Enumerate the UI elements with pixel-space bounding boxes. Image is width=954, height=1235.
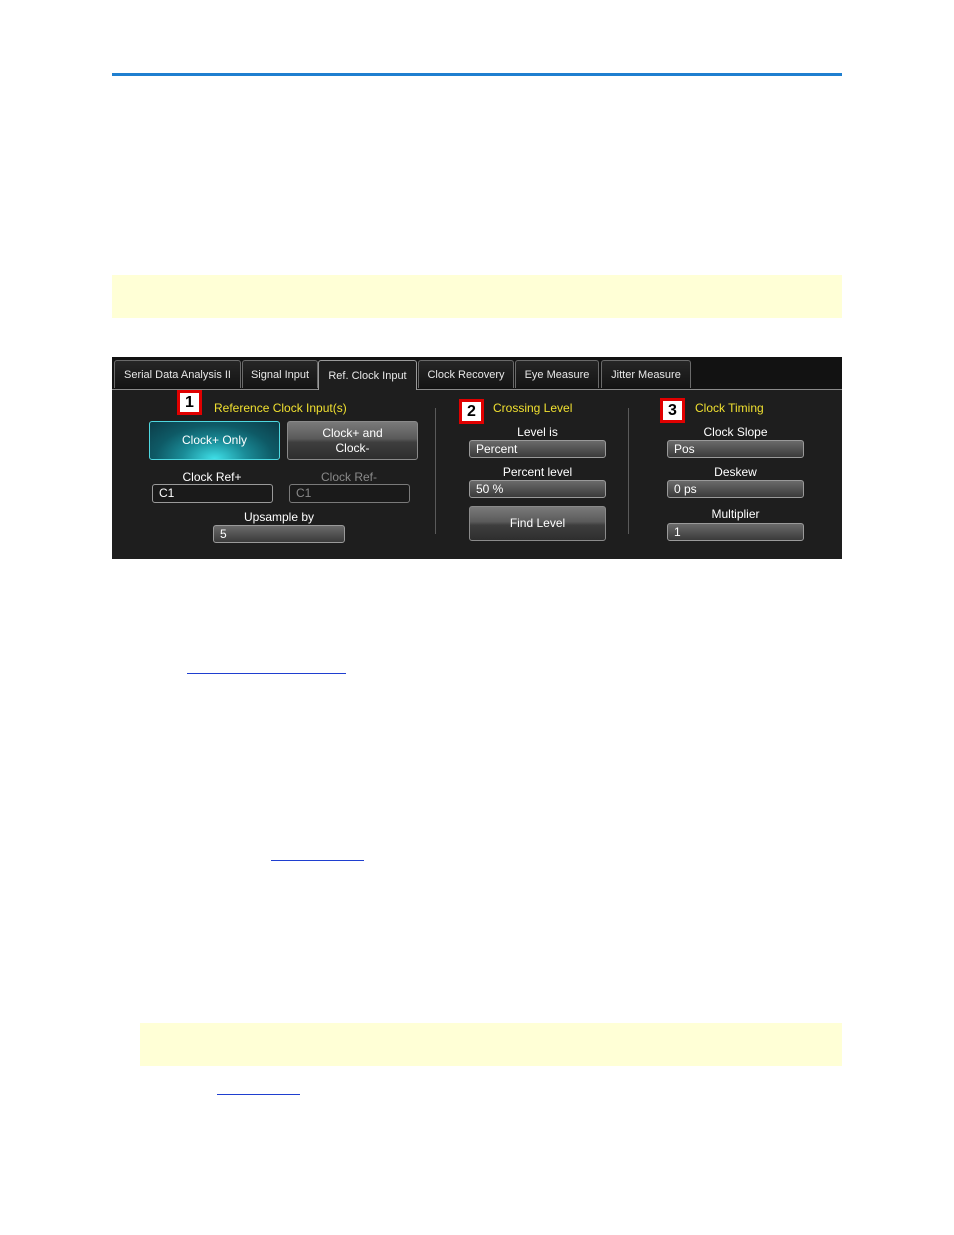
section-divider xyxy=(628,408,629,534)
section-title-crossing-level: Crossing Level xyxy=(493,401,573,415)
clock-slope-field[interactable]: Pos xyxy=(667,440,804,458)
header-rule xyxy=(112,73,842,76)
section-title-clock-timing: Clock Timing xyxy=(695,401,764,415)
note-box xyxy=(140,1023,842,1066)
clock-ref-minus-label: Clock Ref- xyxy=(320,470,377,484)
section-divider xyxy=(435,408,436,534)
level-is-label: Level is xyxy=(517,425,558,439)
clock-plus-only-button[interactable]: Clock+ Only xyxy=(149,421,280,460)
callout-badge-3: 3 xyxy=(660,398,685,423)
tab-bar: Serial Data Analysis II Signal Input Ref… xyxy=(112,357,842,390)
section-title-reference-clock: Reference Clock Input(s) xyxy=(214,401,347,415)
clock-ref-plus-label: Clock Ref+ xyxy=(182,470,242,484)
clock-ref-plus-field[interactable]: C1 xyxy=(152,484,273,503)
note-box xyxy=(112,275,842,318)
tab-clock-recovery[interactable]: Clock Recovery xyxy=(418,360,514,388)
tab-jitter-measure[interactable]: Jitter Measure xyxy=(601,360,691,388)
hyperlink-underline[interactable] xyxy=(271,860,364,861)
deskew-label: Deskew xyxy=(714,465,757,479)
clock-slope-label: Clock Slope xyxy=(703,425,768,439)
percent-level-label: Percent level xyxy=(502,465,573,479)
tab-content: 1 Reference Clock Input(s) Clock+ Only C… xyxy=(112,390,842,559)
clock-ref-minus-field: C1 xyxy=(289,484,410,503)
hyperlink-underline[interactable] xyxy=(187,673,346,674)
upsample-label: Upsample by xyxy=(243,510,315,524)
callout-badge-1: 1 xyxy=(177,390,202,415)
deskew-field[interactable]: 0 ps xyxy=(667,480,804,498)
callout-badge-2: 2 xyxy=(459,399,484,424)
ref-clock-dialog: Serial Data Analysis II Signal Input Ref… xyxy=(112,357,842,559)
tab-signal-input[interactable]: Signal Input xyxy=(242,360,318,388)
percent-level-field[interactable]: 50 % xyxy=(469,480,606,498)
tab-serial-data-analysis[interactable]: Serial Data Analysis II xyxy=(114,360,241,388)
clock-plus-and-minus-button[interactable]: Clock+ and Clock- xyxy=(287,421,418,460)
tab-ref-clock-input[interactable]: Ref. Clock Input xyxy=(318,360,417,390)
multiplier-label: Multiplier xyxy=(711,507,760,521)
upsample-field[interactable]: 5 xyxy=(213,525,345,543)
find-level-button[interactable]: Find Level xyxy=(469,506,606,541)
tab-eye-measure[interactable]: Eye Measure xyxy=(515,360,599,388)
level-is-field[interactable]: Percent xyxy=(469,440,606,458)
multiplier-field[interactable]: 1 xyxy=(667,523,804,541)
hyperlink-underline[interactable] xyxy=(217,1094,300,1095)
